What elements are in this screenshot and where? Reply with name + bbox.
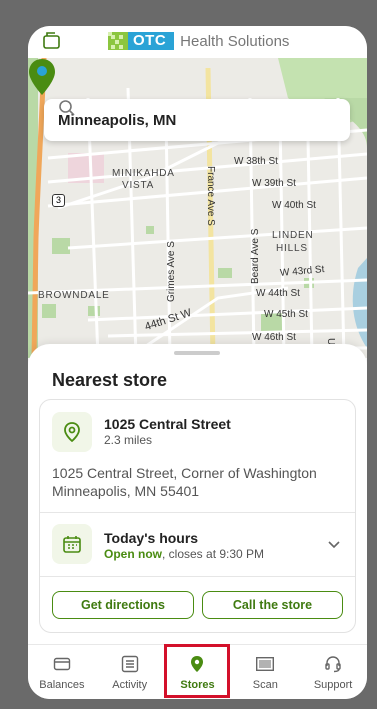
nav-item-scan[interactable]: Scan xyxy=(231,645,299,699)
card-divider-2 xyxy=(40,576,355,577)
map-street-w38: W 38th St xyxy=(234,156,278,167)
map-marker-icon[interactable] xyxy=(28,58,56,96)
store-map[interactable]: Minneapolis, MN MINIKAHDA VISTA LINDEN H… xyxy=(28,58,367,358)
map-label-linden: LINDEN xyxy=(272,230,314,241)
nav-label: Balances xyxy=(39,679,85,691)
highway-shield-3: 3 xyxy=(52,194,66,207)
sheet-title: Nearest store xyxy=(52,370,168,390)
map-label-minikahda: MINIKAHDA xyxy=(112,168,175,179)
logo-mark xyxy=(108,32,128,50)
calendar-icon xyxy=(63,536,81,553)
store-location-icon-box xyxy=(52,412,92,452)
phone-screen: OTC Health Solutions Minneapolis, MN MIN… xyxy=(28,26,367,699)
closing-time: , closes at 9:30 PM xyxy=(162,547,265,561)
barcode-icon xyxy=(256,657,275,672)
nav-label: Support xyxy=(313,679,353,691)
wallet-icon xyxy=(53,657,71,671)
map-label-vista: VISTA xyxy=(122,180,155,191)
location-search-bar[interactable]: Minneapolis, MN xyxy=(44,99,350,141)
store-distance: 2.3 miles xyxy=(104,433,153,447)
address-line-1: 1025 Central Street, Corner of Washingto… xyxy=(52,465,317,481)
logo-otc-text: OTC xyxy=(128,32,175,50)
map-street-w39: W 39th St xyxy=(252,178,296,189)
nav-label: Scan xyxy=(252,679,278,691)
sheet-drag-handle[interactable] xyxy=(174,351,220,355)
location-pin-icon xyxy=(64,422,80,442)
list-icon xyxy=(121,655,138,673)
map-street-grimes: Grimes Ave S xyxy=(166,241,177,302)
map-street-france: France Ave S xyxy=(205,166,216,226)
hours-title: Today's hours xyxy=(104,530,199,546)
store-card: 1025 Central Street 2.3 miles 1025 Centr… xyxy=(39,399,356,633)
hours-status: Open now, closes at 9:30 PM xyxy=(104,547,264,561)
chevron-down-icon[interactable] xyxy=(327,540,341,550)
get-directions-button[interactable]: Get directions xyxy=(52,591,194,619)
logo-tagline: Health Solutions xyxy=(180,32,290,50)
otc-logo: OTC Health Solutions xyxy=(108,30,289,52)
map-street-w40: W 40th St xyxy=(272,200,316,211)
map-street-w45: W 45th St xyxy=(264,309,308,320)
headset-icon xyxy=(325,656,341,673)
hours-icon-box xyxy=(52,524,92,564)
map-street-w46: W 46th St xyxy=(252,332,296,343)
nav-item-balances[interactable]: Balances xyxy=(28,645,96,699)
nav-item-activity[interactable]: Activity xyxy=(96,645,164,699)
call-store-button[interactable]: Call the store xyxy=(202,591,343,619)
address-line-2: Minneapolis, MN 55401 xyxy=(52,483,200,499)
map-label-browndale: BROWNDALE xyxy=(38,290,110,301)
app-header: OTC Health Solutions xyxy=(28,26,367,58)
nearest-store-sheet: Nearest store 1025 Central Street 2.3 mi… xyxy=(28,344,367,644)
nav-item-support[interactable]: Support xyxy=(299,645,367,699)
open-now-badge: Open now xyxy=(104,547,162,561)
store-name: 1025 Central Street xyxy=(104,416,231,432)
map-label-hills: HILLS xyxy=(276,243,308,254)
nav-label: Activity xyxy=(112,679,148,691)
map-street-beard: Beard Ave S xyxy=(250,228,261,284)
wallet-icon[interactable] xyxy=(42,31,62,51)
store-address: 1025 Central Street, Corner of Washingto… xyxy=(52,464,317,500)
map-street-w44: W 44th St xyxy=(256,288,300,299)
card-divider xyxy=(40,512,355,513)
search-icon xyxy=(59,100,75,116)
stores-tab-highlight xyxy=(164,644,230,698)
